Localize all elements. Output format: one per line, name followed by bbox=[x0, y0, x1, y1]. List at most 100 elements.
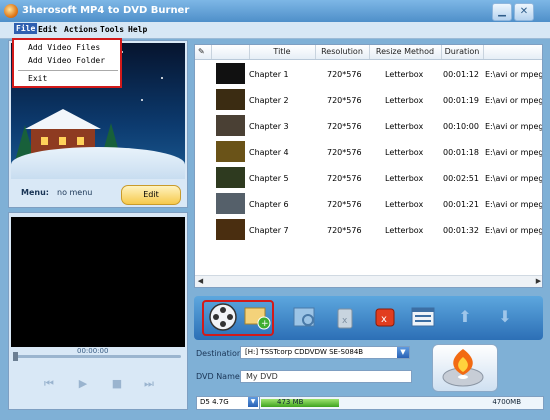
close-button[interactable]: ✕ bbox=[514, 3, 534, 21]
cell-resolution: 720*576 bbox=[327, 148, 362, 157]
scroll-right-icon[interactable]: ▶ bbox=[533, 276, 542, 287]
window-title: 3herosoft MP4 to DVD Burner bbox=[22, 5, 190, 16]
app-icon bbox=[4, 4, 18, 18]
dvd-name-label: DVD Name: bbox=[196, 372, 243, 381]
play-icon[interactable]: ▶ bbox=[75, 377, 91, 391]
table-row[interactable]: Chapter 6 720*576 Letterbox 00:01:21 E:\… bbox=[195, 191, 542, 217]
film-reel-icon bbox=[209, 303, 237, 331]
dvd-name-input[interactable]: My DVD bbox=[240, 370, 412, 383]
cell-resolution: 720*576 bbox=[327, 96, 362, 105]
table-row[interactable]: Chapter 4 720*576 Letterbox 00:01:18 E:\… bbox=[195, 139, 543, 165]
list-icon bbox=[411, 307, 435, 327]
clear-all-button[interactable]: x bbox=[370, 302, 400, 332]
seek-bar[interactable] bbox=[13, 355, 181, 358]
file-list-table: ✎ Title Resolution Resize Method Duratio… bbox=[194, 44, 543, 288]
house-window bbox=[59, 137, 66, 145]
previous-icon[interactable]: ⏮ bbox=[41, 377, 57, 391]
menu-bar: File Edit Actions Tools Help bbox=[0, 22, 550, 39]
cell-resize: Letterbox bbox=[385, 96, 424, 105]
delete-button[interactable]: x bbox=[330, 302, 360, 332]
menu-edit[interactable]: Edit bbox=[38, 25, 57, 34]
cell-path: E:\avi or mpeg bbox=[485, 148, 543, 157]
move-down-icon[interactable]: ⬇ bbox=[490, 302, 520, 332]
menu-help[interactable]: Help bbox=[128, 25, 147, 34]
menu-value: no menu bbox=[57, 188, 93, 197]
add-video-button[interactable] bbox=[208, 302, 238, 332]
cell-resize: Letterbox bbox=[385, 174, 424, 183]
table-header: ✎ Title Resolution Resize Method Duratio… bbox=[195, 45, 542, 60]
cell-title: Chapter 2 bbox=[249, 96, 289, 105]
capacity-total-text: 4700MB bbox=[492, 398, 521, 406]
capacity-used-text: 473 MB bbox=[277, 398, 304, 406]
header-resolution[interactable]: Resolution bbox=[315, 47, 369, 56]
house-window bbox=[77, 137, 84, 145]
properties-button[interactable] bbox=[408, 302, 438, 332]
cell-duration: 00:01:21 bbox=[443, 200, 479, 209]
cell-duration: 00:01:18 bbox=[443, 148, 479, 157]
cell-resize: Letterbox bbox=[385, 70, 424, 79]
cell-resolution: 720*576 bbox=[327, 70, 362, 79]
column-divider bbox=[483, 45, 484, 59]
video-thumbnail bbox=[216, 63, 245, 84]
minimize-button[interactable]: ▁ bbox=[492, 3, 512, 21]
disc-size-select[interactable]: D5 4.7G ▼ bbox=[197, 397, 260, 409]
cell-resolution: 720*576 bbox=[327, 226, 362, 235]
cell-duration: 00:01:19 bbox=[443, 96, 479, 105]
remove-all-icon: x bbox=[375, 308, 395, 327]
cell-resize: Letterbox bbox=[385, 148, 424, 157]
destination-value: [H:] TSSTcorp CDDVDW SE-S084B bbox=[245, 348, 364, 356]
table-row[interactable]: Chapter 3 720*576 Letterbox 00:10:00 E:\… bbox=[195, 113, 542, 139]
table-row[interactable]: Chapter 2 720*576 Letterbox 00:01:19 E:\… bbox=[195, 87, 542, 113]
cell-title: Chapter 5 bbox=[249, 174, 289, 183]
cell-resize: Letterbox bbox=[385, 200, 424, 209]
header-duration[interactable]: Duration bbox=[441, 47, 483, 56]
menu-actions[interactable]: Actions bbox=[64, 25, 98, 34]
capacity-bar: D5 4.7G ▼ 473 MB 4700MB bbox=[196, 396, 544, 410]
house-roof bbox=[25, 109, 101, 129]
chevron-down-icon[interactable]: ▼ bbox=[397, 347, 409, 358]
horizontal-scrollbar[interactable]: ◀ ▶ bbox=[195, 275, 542, 287]
cell-resize: Letterbox bbox=[385, 226, 424, 235]
video-thumbnail bbox=[216, 193, 245, 214]
snow-ground bbox=[11, 147, 185, 179]
cell-duration: 00:01:12 bbox=[443, 70, 479, 79]
menu-file[interactable]: File bbox=[14, 23, 38, 34]
add-folder-button[interactable]: + bbox=[242, 302, 272, 332]
cell-duration: 00:01:32 bbox=[443, 226, 479, 235]
cell-duration: 00:10:00 bbox=[443, 122, 479, 131]
edit-button[interactable]: Edit bbox=[121, 185, 181, 205]
scroll-left-icon[interactable]: ◀ bbox=[195, 276, 206, 287]
destination-select[interactable]: [H:] TSSTcorp CDDVDW SE-S084B ▼ bbox=[240, 346, 410, 359]
stop-icon[interactable]: ■ bbox=[109, 377, 125, 391]
file-menu-dropdown: Add Video Files Add Video Folder Exit bbox=[12, 38, 122, 88]
video-player-panel: 00:00:00 ⏮ ▶ ■ ⏭ bbox=[8, 212, 188, 410]
menu-tools[interactable]: Tools bbox=[100, 25, 124, 34]
cell-title: Chapter 1 bbox=[249, 70, 289, 79]
playback-time: 00:00:00 bbox=[77, 347, 109, 355]
column-divider bbox=[211, 45, 212, 59]
cell-title: Chapter 7 bbox=[249, 226, 289, 235]
seek-handle[interactable] bbox=[13, 352, 18, 361]
cell-resolution: 720*576 bbox=[327, 122, 362, 131]
table-row[interactable]: Chapter 7 720*576 Letterbox 00:01:32 E:\… bbox=[195, 217, 542, 243]
video-thumbnail bbox=[216, 89, 245, 110]
burn-button[interactable] bbox=[432, 344, 498, 392]
edit-video-button[interactable] bbox=[290, 302, 320, 332]
cell-path: E:\avi or mpeg bbox=[485, 70, 543, 79]
table-row[interactable]: Chapter 5 720*576 Letterbox 00:02:51 E:\… bbox=[195, 165, 542, 191]
chevron-down-icon[interactable]: ▼ bbox=[248, 397, 258, 407]
header-resize-method[interactable]: Resize Method bbox=[369, 47, 441, 56]
toolbar: + x x ⬆ ⬇ bbox=[194, 296, 543, 340]
table-row[interactable]: Chapter 1 720*576 Letterbox 00:01:12 E:\… bbox=[195, 61, 543, 87]
next-icon[interactable]: ⏭ bbox=[141, 377, 157, 391]
header-title[interactable]: Title bbox=[249, 47, 315, 56]
cell-resolution: 720*576 bbox=[327, 200, 362, 209]
svg-text:+: + bbox=[261, 319, 269, 329]
disc-size-value: D5 4.7G bbox=[200, 398, 229, 406]
move-up-icon[interactable]: ⬆ bbox=[450, 302, 480, 332]
svg-text:x: x bbox=[342, 316, 348, 326]
video-screen bbox=[11, 217, 185, 347]
svg-text:x: x bbox=[381, 314, 387, 325]
house-window bbox=[41, 137, 48, 145]
title-bar: 3herosoft MP4 to DVD Burner ▁ ✕ bbox=[0, 0, 550, 22]
